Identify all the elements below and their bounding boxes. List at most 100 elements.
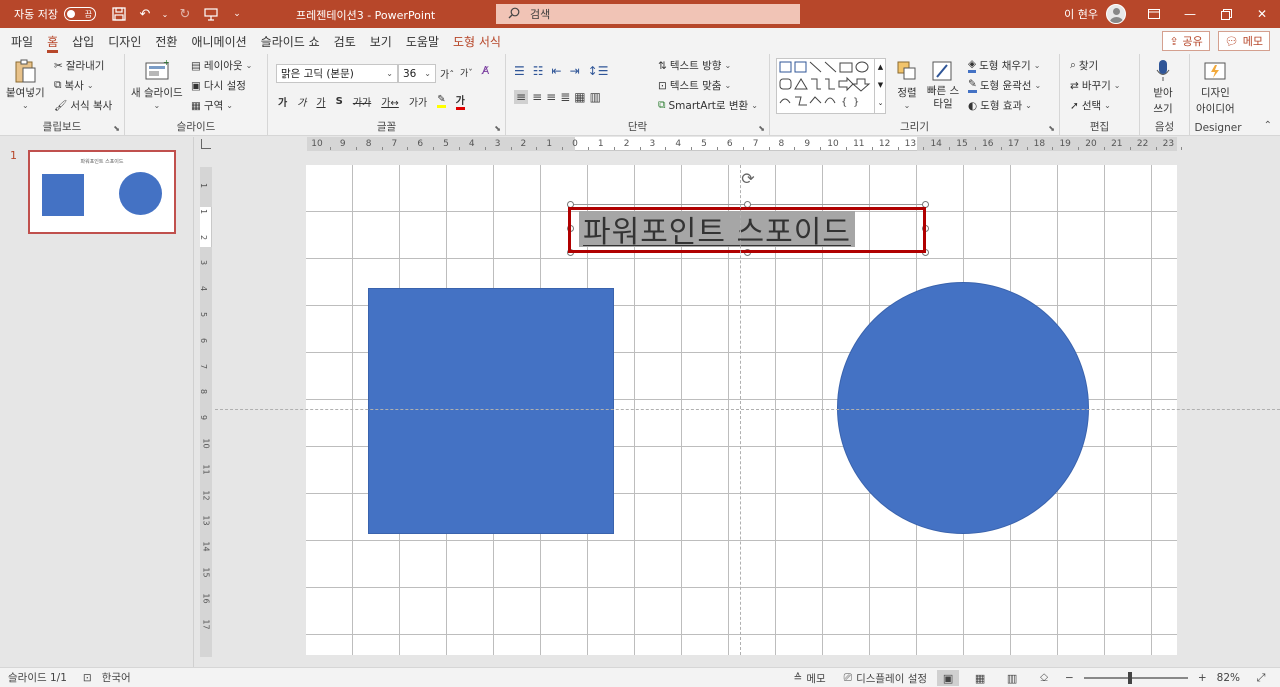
minimize-icon[interactable]: —	[1172, 0, 1208, 28]
align-center-icon[interactable]: ≡	[532, 90, 542, 104]
find-button[interactable]: ⌕ 찾기	[1070, 58, 1098, 73]
copy-button[interactable]: ⧉ 복사 ⌄	[54, 78, 94, 93]
reset-button[interactable]: ▣ 다시 설정	[191, 78, 246, 93]
decrease-indent-icon[interactable]: ⇤	[552, 64, 562, 78]
justify-icon[interactable]: ≣	[560, 90, 570, 104]
tab-view[interactable]: 보기	[363, 28, 399, 54]
vertical-guide[interactable]	[740, 165, 741, 655]
collapse-ribbon-icon[interactable]: ⌃	[1264, 120, 1272, 131]
start-slideshow-icon[interactable]	[200, 3, 222, 25]
tab-review[interactable]: 검토	[327, 28, 363, 54]
tab-stop-selector-icon[interactable]	[201, 139, 211, 149]
new-slide-button[interactable]: + 새 슬라이드 ⌄	[131, 58, 183, 110]
shape-effects-button[interactable]: ◐ 도형 효과 ⌄	[968, 98, 1032, 113]
tab-home[interactable]: 홈	[40, 28, 65, 54]
tab-design[interactable]: 디자인	[101, 28, 148, 54]
slideshow-view-icon[interactable]: ⎐	[1033, 670, 1055, 686]
language-indicator[interactable]: ⊡ 한국어	[83, 670, 131, 685]
slide-sorter-icon[interactable]: ▦	[969, 670, 991, 686]
slide-thumbnail[interactable]: 파워포인트 스포이드	[28, 150, 176, 234]
zoom-slider-knob[interactable]	[1127, 672, 1132, 684]
undo-icon[interactable]: ↶	[134, 3, 156, 25]
shapes-scroll[interactable]: ▲ ▼ ⌄	[874, 58, 886, 114]
decrease-font-button[interactable]: 가ˇ	[460, 66, 473, 79]
shapes-gallery[interactable]: {}	[776, 58, 886, 114]
fit-to-window-icon[interactable]: ⤢	[1250, 670, 1272, 686]
share-button[interactable]: ⇪ 공유	[1162, 31, 1210, 51]
char-spacing-icon[interactable]: 가↔	[381, 94, 399, 109]
save-icon[interactable]	[108, 3, 130, 25]
select-button[interactable]: ➚ 선택 ⌄	[1070, 98, 1111, 113]
restore-icon[interactable]	[1208, 0, 1244, 28]
zoom-out-icon[interactable]: −	[1065, 672, 1074, 684]
design-ideas-button[interactable]: 디자인 아이디어	[1196, 58, 1235, 116]
comments-button[interactable]: 💬︎ 메모	[1217, 31, 1270, 51]
close-icon[interactable]: ✕	[1244, 0, 1280, 28]
section-button[interactable]: ▦ 구역 ⌄	[191, 98, 233, 113]
columns-icon[interactable]: ▥	[590, 90, 601, 104]
chevron-down-icon[interactable]: ⌄	[160, 3, 170, 25]
shape-outline-button[interactable]: ✎ 도형 윤곽선 ⌄	[968, 78, 1041, 93]
layout-button[interactable]: ▤ 레이아웃 ⌄	[191, 58, 252, 73]
increase-font-button[interactable]: 가ˆ	[440, 66, 454, 81]
horizontal-guide[interactable]	[215, 409, 1280, 410]
arrange-button[interactable]: 정렬 ⌄	[894, 58, 920, 110]
tab-transitions[interactable]: 전환	[148, 28, 184, 54]
highlighter-icon[interactable]: ✎	[437, 94, 446, 108]
title-textbox[interactable]: 파워포인트 스포이드	[568, 207, 926, 253]
rotate-handle-icon[interactable]: ⟳	[739, 169, 757, 188]
square-shape[interactable]	[368, 288, 614, 534]
redo-icon[interactable]: ↻	[174, 3, 196, 25]
tab-slideshow[interactable]: 슬라이드 쇼	[254, 28, 327, 54]
shadow-icon[interactable]: S	[336, 96, 343, 107]
align-right-icon[interactable]: ≡	[546, 90, 556, 104]
slide-canvas[interactable]: ⟳ 파워포인트 스포이드	[306, 165, 1177, 655]
strikethrough-icon[interactable]: 가가	[353, 94, 371, 109]
bullets-icon[interactable]: ☰	[514, 64, 525, 78]
bold-icon[interactable]: 가	[278, 94, 287, 109]
avatar[interactable]	[1106, 4, 1126, 24]
increase-indent-icon[interactable]: ⇥	[570, 64, 580, 78]
notes-button[interactable]: ≙ 메모	[794, 671, 826, 686]
tab-file[interactable]: 파일	[4, 28, 40, 54]
autosave[interactable]: 자동 저장 끔	[14, 6, 96, 22]
horizontal-ruler[interactable]: 10 9 8 7 6 5 4 3 2 1 0 1 2 3 4 5 6 7 8 9 10 11 12 13 14 15 16 17 18 1…	[307, 137, 1183, 151]
cut-button[interactable]: ✂ 잘라내기	[54, 58, 104, 73]
font-size-select[interactable]: 36 ⌄	[398, 64, 436, 83]
tab-help[interactable]: 도움말	[399, 28, 446, 54]
display-settings-button[interactable]: ⎚ 디스플레이 설정	[844, 671, 927, 686]
align-left-icon[interactable]: ≡	[514, 90, 529, 104]
reading-view-icon[interactable]: ▥	[1001, 670, 1023, 686]
user-account[interactable]: 이 현우	[1064, 4, 1126, 24]
zoom-slider[interactable]	[1083, 672, 1188, 684]
search-box[interactable]: 검색	[496, 4, 800, 24]
tab-animations[interactable]: 애니메이션	[184, 28, 253, 54]
change-case-icon[interactable]: 가가	[409, 94, 427, 109]
clear-formatting-button[interactable]: A̸	[482, 65, 489, 77]
numbering-icon[interactable]: ☷	[533, 64, 544, 78]
quick-styles-button[interactable]: 빠른 스타일	[926, 58, 960, 111]
zoom-level[interactable]: 82%	[1217, 672, 1240, 684]
dialog-launcher-icon[interactable]: ⬊	[758, 124, 765, 133]
replace-button[interactable]: ⇄ 바꾸기 ⌄	[1070, 78, 1121, 93]
italic-icon[interactable]: 가	[297, 94, 306, 109]
shape-fill-button[interactable]: ◈ 도형 채우기 ⌄	[968, 58, 1040, 73]
font-name-select[interactable]: 맑은 고딕 (본문) ⌄	[276, 64, 398, 83]
tab-insert[interactable]: 삽입	[65, 28, 101, 54]
zoom-in-icon[interactable]: +	[1198, 672, 1207, 684]
dialog-launcher-icon[interactable]: ⬊	[494, 124, 501, 133]
customize-qa-icon[interactable]: ⌄	[226, 3, 248, 25]
underline-icon[interactable]: 가	[316, 94, 325, 109]
line-spacing-icon[interactable]: ↕☰	[588, 64, 609, 78]
smartart-button[interactable]: ⧉ SmartArt로 변환 ⌄	[658, 98, 758, 113]
vertical-ruler[interactable]: 1 1 2 3 4 5 6 7 8 9 10 11 12 13 14 15 16 17	[199, 167, 212, 657]
format-painter-button[interactable]: 🖌︎ 서식 복사	[54, 98, 112, 113]
slide-title-text[interactable]: 파워포인트 스포이드	[579, 211, 855, 250]
dialog-launcher-icon[interactable]: ⬊	[1048, 124, 1055, 133]
tab-shape-format[interactable]: 도형 서식	[446, 28, 508, 54]
autosave-toggle[interactable]: 끔	[63, 7, 96, 21]
circle-shape[interactable]	[837, 282, 1089, 534]
paste-button[interactable]: 붙여넣기 ⌄	[6, 58, 45, 110]
ribbon-display-options-icon[interactable]	[1136, 0, 1172, 28]
dictate-button[interactable]: 받아 쓰기	[1150, 58, 1176, 116]
